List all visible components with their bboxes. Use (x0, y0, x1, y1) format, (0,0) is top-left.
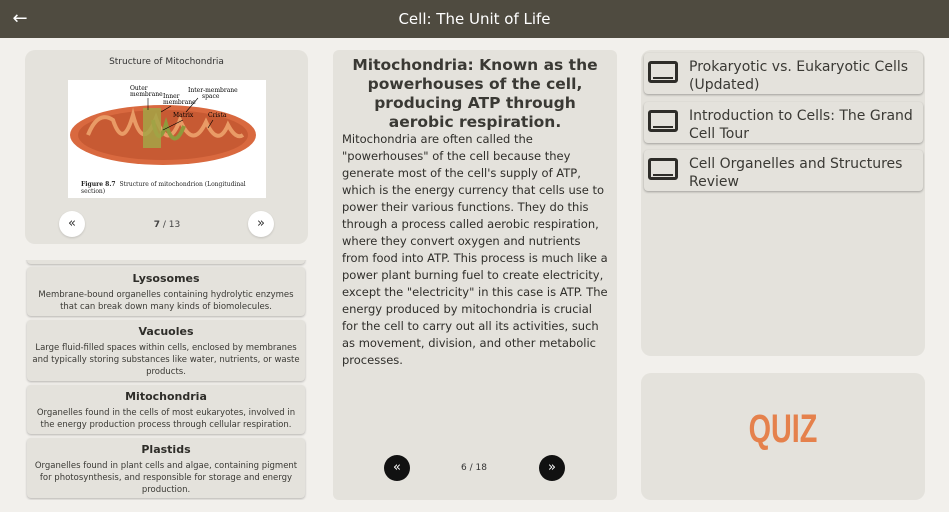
organelle-name: Plastids (141, 443, 191, 456)
figure-caption: Figure 8.7 Structure of mitochondrion (L… (81, 181, 246, 195)
organelle-name: Lysosomes (132, 272, 200, 285)
organelle-name: Vacuoles (138, 325, 194, 338)
video-icon (648, 158, 678, 180)
label-matrix: Matrix (173, 112, 194, 119)
video-item[interactable]: Cell Organelles and Structures Review (644, 150, 923, 191)
top-bar: ← Cell: The Unit of Life (0, 0, 949, 38)
organelle-description: Membrane-bound organelles containing hyd… (38, 290, 294, 312)
content-panel: Mitochondria: Known as the powerhouses o… (333, 50, 617, 500)
video-icon (648, 110, 678, 132)
organelle-list[interactable]: Lysosomes Membrane-bound organelles cont… (25, 260, 308, 500)
list-item-partial (27, 260, 305, 264)
organelle-description: Organelles found in plant cells and alga… (34, 461, 298, 495)
page-title: Cell: The Unit of Life (398, 10, 551, 28)
content-next-button[interactable]: » (539, 455, 565, 481)
organelle-description: Organelles found in the cells of most eu… (36, 408, 296, 430)
list-item[interactable]: Mitochondria Organelles found in the cel… (27, 385, 305, 434)
content-body: Mitochondria are often called the "power… (342, 132, 608, 367)
list-item[interactable]: Plastids Organelles found in plant cells… (27, 438, 305, 498)
back-arrow-icon[interactable]: ← (8, 6, 32, 32)
figure-page-indicator: 7 / 13 (153, 220, 181, 230)
video-item[interactable]: Prokaryotic vs. Eukaryotic Cells (Update… (644, 53, 923, 94)
figure-title: Structure of Mitochondria (109, 57, 224, 67)
list-item[interactable]: Vacuoles Large fluid-filled spaces withi… (27, 320, 305, 381)
videos-panel: Prokaryotic vs. Eukaryotic Cells (Update… (641, 50, 925, 356)
content-prev-button[interactable]: « (384, 455, 410, 481)
video-title: Introduction to Cells: The Grand Cell To… (689, 108, 913, 142)
video-icon (648, 61, 678, 83)
video-title: Prokaryotic vs. Eukaryotic Cells (Update… (689, 59, 909, 93)
video-item[interactable]: Introduction to Cells: The Grand Cell To… (644, 102, 923, 143)
quiz-label: QUIZ (748, 407, 818, 451)
video-title: Cell Organelles and Structures Review (689, 156, 903, 190)
figure-prev-button[interactable]: « (59, 211, 85, 237)
label-intermembrane-2: space (202, 93, 220, 100)
figure-panel: Structure of Mitochondria Outer membrane… (25, 50, 308, 244)
figure-next-button[interactable]: » (248, 211, 274, 237)
list-item[interactable]: Lysosomes Membrane-bound organelles cont… (27, 267, 305, 316)
mitochondria-diagram: Outer membrane Inner membrane Inter-memb… (68, 80, 266, 198)
content-page-indicator: 6 / 18 (461, 463, 487, 473)
organelle-name: Mitochondria (125, 390, 207, 403)
label-inner-2: membrane (163, 99, 196, 106)
organelle-description: Large fluid-filled spaces within cells, … (32, 343, 300, 377)
label-crista: Crista (208, 112, 227, 119)
label-outer-2: membrane (130, 91, 163, 98)
content-title: Mitochondria: Known as the powerhouses o… (352, 56, 598, 131)
quiz-button[interactable]: QUIZ (641, 373, 925, 500)
